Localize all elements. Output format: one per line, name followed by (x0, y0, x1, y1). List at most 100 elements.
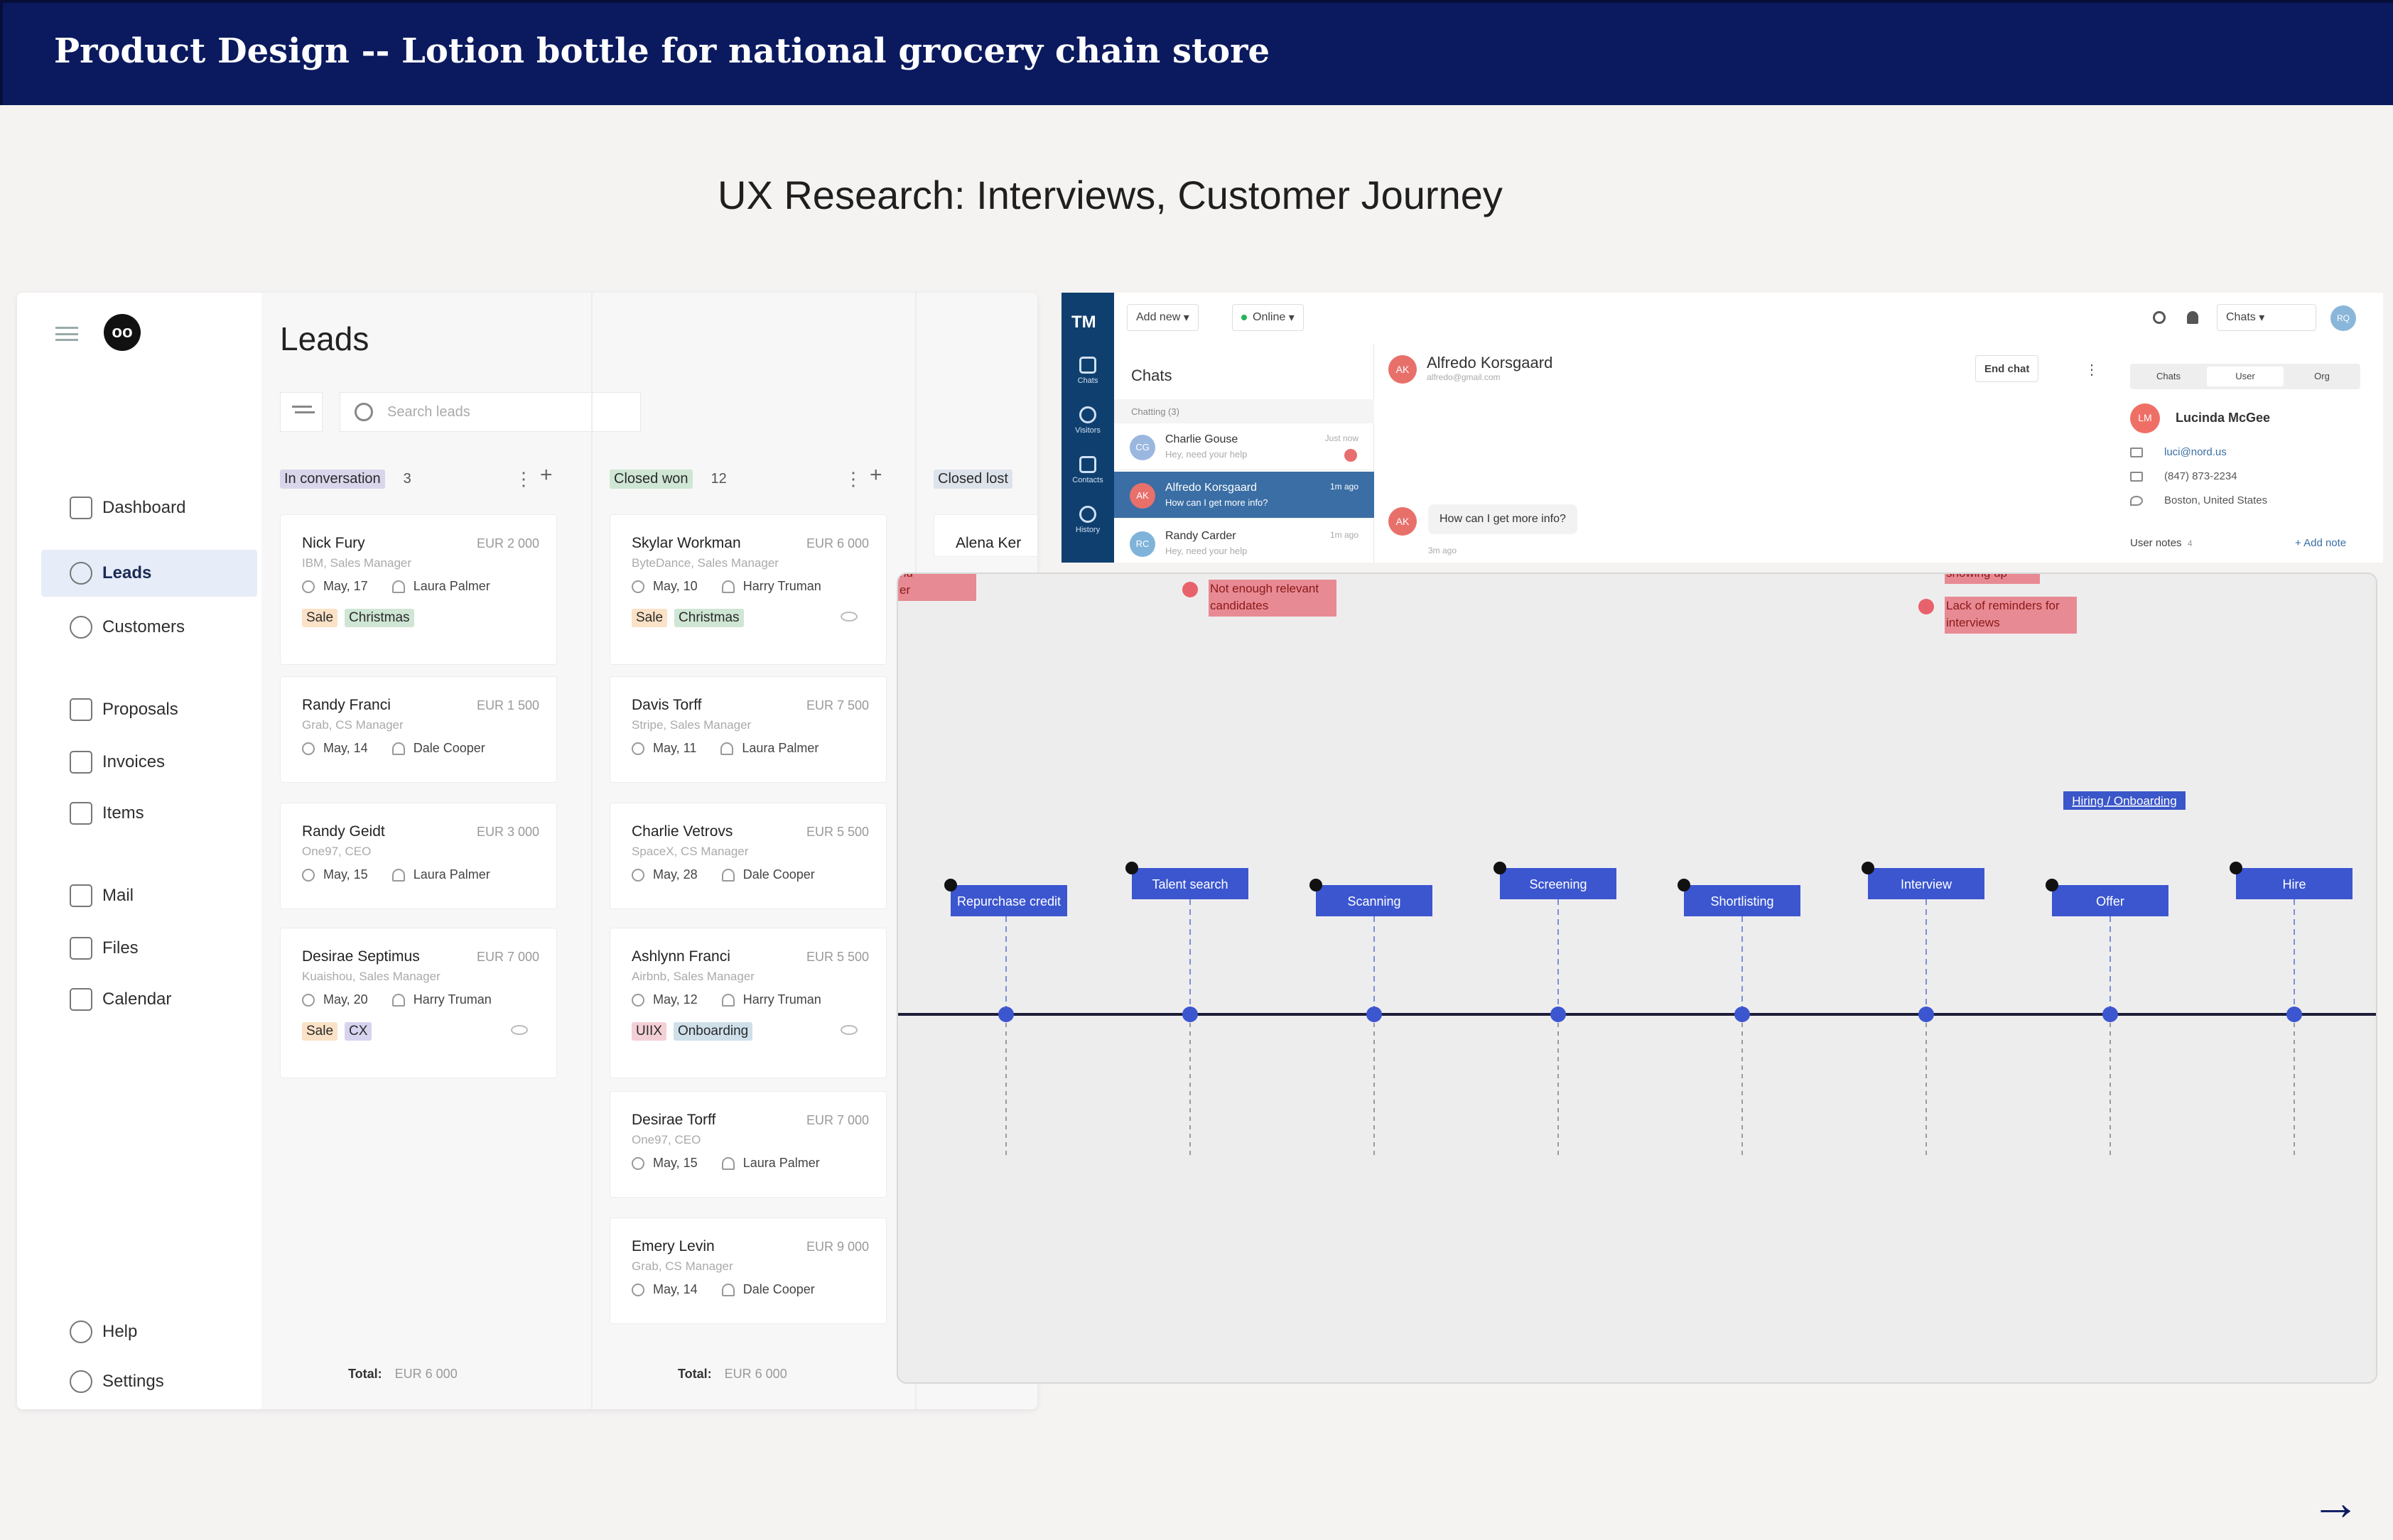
lead-card[interactable]: Desirae Septimus EUR 7 000 Kuaishou, Sales… (280, 928, 557, 1078)
brand-logo: TM (1071, 313, 1096, 332)
stage-pin (1862, 862, 1874, 874)
rail-visitors[interactable]: Visitors (1062, 406, 1114, 435)
add-new-button[interactable]: Add new ▾ (1127, 304, 1199, 331)
end-chat-button[interactable]: End chat (1975, 355, 2039, 382)
help-icon (70, 1321, 92, 1343)
lead-card[interactable]: Nick Fury EUR 2 000 IBM, Sales Manager May,… (280, 514, 557, 665)
user-email[interactable]: luci@nord.us (2164, 446, 2227, 458)
chatting-group[interactable]: Chatting (3) (1114, 399, 1374, 423)
next-arrow-icon[interactable]: → (2311, 1477, 2360, 1527)
person-icon (721, 1283, 735, 1296)
add-note-link[interactable]: + Add note (2295, 537, 2346, 549)
eye-off-icon[interactable] (511, 1025, 528, 1035)
lead-date: May, 20 (323, 992, 368, 1007)
lead-card[interactable]: Skylar Workman EUR 6 000 ByteDance, Sales … (610, 514, 887, 665)
file-icon (70, 937, 92, 960)
note-line: nd (900, 574, 913, 580)
lead-card[interactable]: Randy Geidt EUR 3 000 One97, CEO May, 15 Lau… (280, 803, 557, 909)
lead-card[interactable]: Davis Torff EUR 7 500 Stripe, Sales Manage… (610, 676, 887, 783)
lead-card[interactable]: Alena Ker (934, 514, 1037, 557)
details-tabs: Chats User Org (2130, 364, 2360, 389)
user-phone-row: (847) 873-2234 (2130, 470, 2237, 482)
lead-card[interactable]: Ashlynn Franci EUR 5 500 Airbnb, Sales Man… (610, 928, 887, 1078)
rail-history[interactable]: History (1062, 506, 1114, 534)
chat-list-item[interactable]: RC Randy Carder Hey, need your help 1m ago (1114, 520, 1374, 563)
tag-badge[interactable]: Christmas (674, 609, 744, 627)
lead-card[interactable]: Charlie Vetrovs EUR 5 500 SpaceX, CS Manag… (610, 803, 887, 909)
lead-company: One97, CEO (632, 1133, 701, 1146)
settings-icon (70, 1370, 92, 1393)
sidebar-item-files[interactable]: Files (41, 925, 257, 972)
user-location: Boston, United States (2164, 494, 2268, 506)
column-menu-icon[interactable]: ⋮ (514, 468, 533, 490)
clock-icon (632, 742, 644, 755)
note-line: er (900, 583, 910, 597)
column-menu-icon[interactable]: ⋮ (844, 468, 863, 490)
more-icon[interactable]: ⋮ (2085, 361, 2099, 379)
status-dropdown[interactable]: Online ▾ (1232, 304, 1304, 331)
chats-dropdown[interactable]: Chats ▾ (2217, 304, 2316, 331)
chat-preview: Hey, need your help (1165, 546, 1248, 556)
sidebar-item-proposals[interactable]: Proposals (41, 686, 257, 733)
tag-badge[interactable]: Sale (302, 1022, 338, 1041)
lead-meta: May, 14 Dale Cooper (302, 741, 485, 756)
bell-icon[interactable] (2187, 311, 2198, 324)
sidebar-item-items[interactable]: Items (41, 790, 257, 837)
lead-company: Airbnb, Sales Manager (632, 970, 755, 983)
clock-icon (632, 993, 644, 1007)
search-icon[interactable] (2153, 311, 2166, 324)
lead-company: SpaceX, CS Manager (632, 845, 749, 858)
person-icon (721, 993, 735, 1007)
message-time: 3m ago (1428, 546, 1457, 555)
user-details: Chats User Org LM Lucinda McGee luci@nor… (2130, 344, 2383, 563)
chat-rail: TM Chats Visitors Contacts History (1062, 293, 1114, 563)
sidebar-item-mail[interactable]: Mail (41, 872, 257, 919)
lead-card[interactable]: Emery Levin EUR 9 000 Grab, CS Manager May,… (610, 1218, 887, 1324)
lead-card[interactable]: Randy Franci EUR 1 500 Grab, CS Manager May… (280, 676, 557, 783)
stage-label: Offer (2096, 894, 2124, 909)
tag-badge[interactable]: Christmas (345, 609, 414, 627)
sidebar-item-label: Calendar (102, 989, 172, 1009)
chat-list-item[interactable]: AK Alfredo Korsgaard How can I get more in… (1114, 472, 1374, 519)
tag-badge[interactable]: Sale (302, 609, 338, 627)
phase-label: Hiring / Onboarding (2072, 794, 2176, 808)
chat-app-screenshot: TM Chats Visitors Contacts History Add n… (1062, 293, 2383, 563)
tab-chats[interactable]: Chats (2130, 364, 2207, 389)
person-icon (391, 742, 405, 755)
sidebar-item-help[interactable]: Help (41, 1308, 257, 1355)
stage-pin (1678, 879, 1690, 891)
sidebar-item-settings[interactable]: Settings (41, 1358, 257, 1405)
rail-chats[interactable]: Chats (1062, 357, 1114, 385)
sidebar-item-leads[interactable]: Leads (41, 550, 257, 597)
lead-owner: Laura Palmer (742, 1156, 820, 1170)
eye-off-icon[interactable] (841, 1025, 858, 1035)
eye-off-icon[interactable] (841, 612, 858, 622)
tag-badge[interactable]: Sale (632, 609, 668, 627)
add-card-icon[interactable]: + (870, 463, 882, 487)
my-avatar[interactable]: RQ (2330, 305, 2356, 331)
add-card-icon[interactable]: + (540, 463, 553, 487)
lead-meta: May, 20 Harry Truman (302, 992, 492, 1007)
tab-user[interactable]: User (2207, 367, 2284, 386)
sidebar-item-dashboard[interactable]: Dashboard (41, 484, 257, 531)
lead-amount: EUR 2 000 (476, 536, 539, 551)
sidebar-item-customers[interactable]: Customers (41, 604, 257, 651)
tab-org[interactable]: Org (2284, 364, 2360, 389)
filter-button[interactable] (280, 392, 323, 432)
sidebar-item-calendar[interactable]: Calendar (41, 976, 257, 1023)
lead-meta: May, 15 Laura Palmer (302, 867, 490, 882)
menu-icon[interactable] (55, 327, 78, 341)
chat-list-item[interactable]: CG Charlie Gouse Hey, need your help Just n… (1114, 423, 1374, 470)
lead-amount: EUR 7 000 (806, 1113, 869, 1127)
status-label: Online (1253, 311, 1286, 323)
tag-badge[interactable]: CX (345, 1022, 372, 1041)
sidebar-item-invoices[interactable]: Invoices (41, 739, 257, 786)
customer-journey-map: Hiring / Onboarding Repurchase credit Tale… (897, 573, 2377, 1384)
tag-badge[interactable]: UIIX (632, 1022, 666, 1041)
stage-node (2286, 1007, 2302, 1022)
tag-badge[interactable]: Onboarding (673, 1022, 753, 1041)
search-leads-input[interactable]: Search leads (340, 392, 641, 432)
rail-contacts[interactable]: Contacts (1062, 456, 1114, 484)
user-icon (70, 616, 92, 639)
lead-card[interactable]: Desirae Torff EUR 7 000 One97, CEO May, 15 L… (610, 1091, 887, 1198)
